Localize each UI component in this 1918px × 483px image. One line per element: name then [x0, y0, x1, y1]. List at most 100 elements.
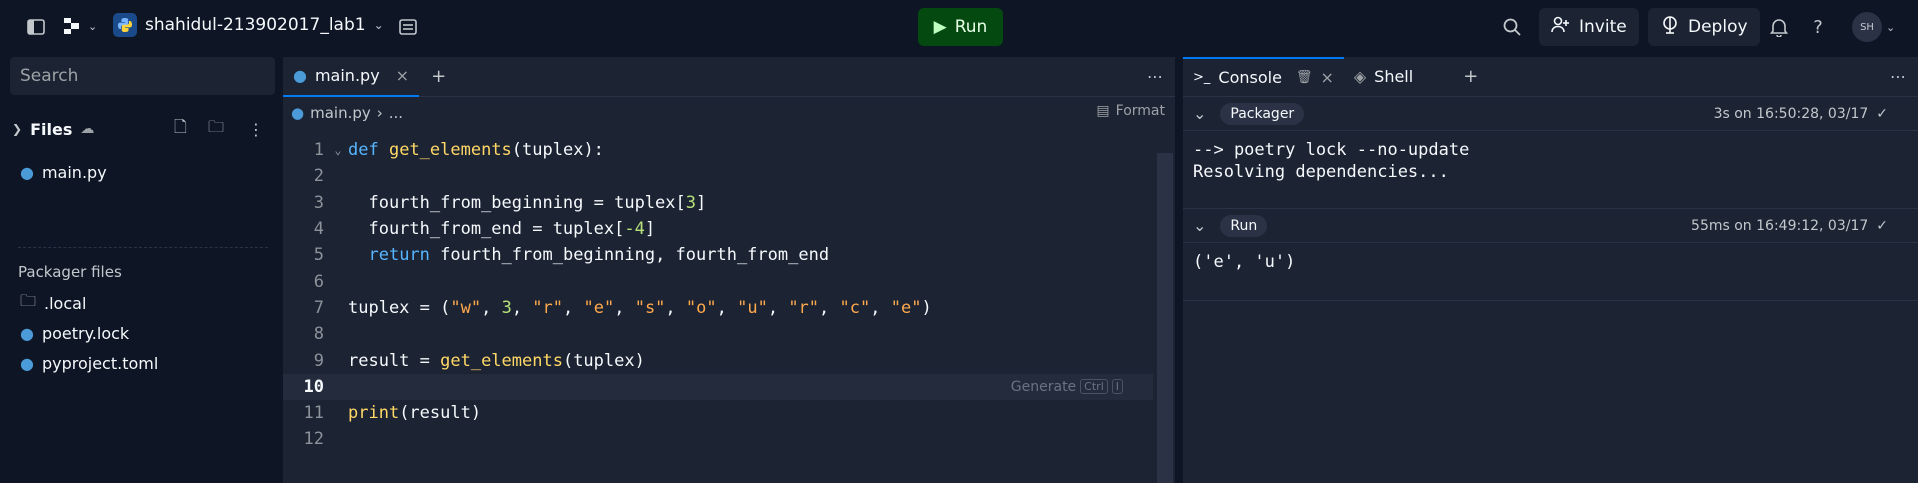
kbd-ctrl: Ctrl [1080, 379, 1108, 395]
console-section-header[interactable]: ⌄ Run 55ms on 16:49:12, 03/17 ✓ [1183, 209, 1918, 243]
console-section-header[interactable]: ⌄ Packager 3s on 16:50:28, 03/17 ✓ [1183, 97, 1918, 131]
code-line: 5 return fourth_from_beginning, fourth_f… [283, 242, 1153, 268]
file-name: poetry.lock [41, 323, 130, 343]
add-tab-icon[interactable]: + [431, 66, 446, 87]
search-icon[interactable] [1496, 11, 1528, 43]
account-menu[interactable]: SH ⌄ [1852, 12, 1895, 42]
file-item-main-py[interactable]: ● main.py [20, 159, 107, 185]
code-line: 2 [283, 163, 1153, 189]
check-icon: ✓ [1876, 217, 1888, 234]
tab-shell[interactable]: ◈ Shell [1344, 57, 1423, 97]
chevron-down-icon: ⌄ [1193, 104, 1207, 123]
generate-hint[interactable]: Generate Ctrl I [1011, 379, 1123, 395]
code-line-active: 10 Generate Ctrl I [283, 373, 1153, 400]
python-icon: ● [20, 353, 34, 373]
line-number: 5 [313, 245, 324, 266]
pane-resize-handle[interactable] [1177, 54, 1180, 483]
console-output: ('e', 'u') [1183, 243, 1918, 301]
divider [18, 247, 268, 248]
file-item-pyproject-toml[interactable]: ● pyproject.toml [20, 350, 158, 376]
fold-icon[interactable]: ⌄ [328, 143, 348, 157]
layout-icon[interactable] [392, 11, 424, 43]
format-button[interactable]: ▤ Format [1096, 103, 1165, 119]
python-icon: ● [291, 104, 305, 122]
add-tab-icon[interactable]: + [1463, 66, 1478, 87]
section-timing: 55ms on 16:49:12, 03/17 ✓ [1691, 218, 1888, 234]
line-number: 8 [313, 324, 324, 345]
line-number: 6 [313, 271, 324, 292]
sidebar-toggle-icon[interactable] [20, 11, 52, 43]
deploy-button[interactable]: Deploy [1648, 8, 1760, 46]
section-chip: Packager [1220, 102, 1305, 125]
close-icon[interactable]: × [1320, 68, 1333, 87]
kbd-i: I [1111, 379, 1123, 395]
python-icon: ● [20, 323, 34, 343]
breadcrumb: ● main.py › ... ▤ Format [283, 97, 1175, 129]
code-area[interactable]: 1 ⌄ def get_elements(tuplex): 2 3 fourth_f… [283, 137, 1153, 453]
chevron-down-icon: ⌄ [373, 18, 384, 32]
timing-text: 55ms on 16:49:12, 03/17 [1691, 217, 1869, 234]
code-line: 1 ⌄ def get_elements(tuplex): [283, 137, 1153, 163]
format-icon: ▤ [1096, 103, 1110, 119]
search-input[interactable]: Search [10, 57, 275, 95]
line-number: 4 [313, 219, 324, 240]
line-number: 7 [313, 297, 324, 318]
add-user-icon [1551, 16, 1571, 39]
code-line: 7 tuplex = ("w", 3, "r", "e", "s", "o", "… [283, 295, 1153, 321]
code-line: 4 fourth_from_end = tuplex[-4] [283, 216, 1153, 242]
bell-icon[interactable] [1763, 11, 1795, 43]
code-line: 12 [283, 426, 1153, 452]
code-line: 9 result = get_elements(tuplex) [283, 347, 1153, 373]
line-number: 10 [303, 376, 324, 397]
help-icon[interactable]: ? [1802, 11, 1834, 43]
avatar: SH [1852, 12, 1882, 42]
console-tab-bar: >_ Console 🗑 × ◈ Shell + ⋯ [1183, 56, 1918, 97]
tab-console[interactable]: >_ Console 🗑 × [1183, 56, 1344, 97]
invite-button[interactable]: Invite [1539, 8, 1639, 46]
python-icon [113, 13, 137, 37]
generate-label: Generate [1010, 378, 1077, 395]
breadcrumb-more[interactable]: ... [389, 104, 403, 122]
code-editor-pane: ● main.py × + ⋯ ● main.py › ... ▤ Format… [283, 57, 1175, 483]
breadcrumb-file[interactable]: main.py [310, 104, 371, 122]
vertical-scrollbar[interactable] [1157, 153, 1173, 483]
new-file-icon[interactable]: 🗋 [174, 116, 187, 143]
tab-label: Console [1218, 68, 1282, 87]
more-options-icon[interactable]: ⋯ [1147, 67, 1163, 86]
python-icon: ● [20, 162, 34, 182]
code-line: 11 print(result) [283, 400, 1153, 426]
more-options-icon[interactable]: ⋮ [248, 120, 264, 139]
code-line: 8 [283, 321, 1153, 347]
editor-tab-bar: ● main.py × + ⋯ [283, 57, 1175, 97]
files-label: Files [30, 119, 73, 139]
python-icon: ● [293, 66, 307, 85]
more-options-icon[interactable]: ⋯ [1890, 67, 1906, 86]
code-line: 3 fourth_from_beginning = tuplex[3] [283, 190, 1153, 216]
code-line: 6 [283, 268, 1153, 294]
file-item-poetry-lock[interactable]: ● poetry.lock [20, 320, 129, 346]
tab-label: Shell [1374, 67, 1414, 86]
trash-icon[interactable]: 🗑 [1296, 70, 1313, 85]
tab-label: main.py [314, 66, 380, 85]
line-number: 3 [313, 192, 324, 213]
line-number: 11 [303, 403, 324, 424]
folder-item-local[interactable]: 🗀 .local [20, 290, 86, 316]
files-header[interactable]: ❯ Files ☁ 🗋 🗀 ⋮ [12, 114, 267, 144]
replit-logo-menu[interactable]: ⌄ [62, 16, 97, 36]
new-folder-icon[interactable]: 🗀 [208, 116, 224, 143]
repl-name-menu[interactable]: shahidul-213902017_lab1 ⌄ [113, 13, 384, 37]
line-number: 12 [303, 429, 324, 450]
chevron-down-icon: ⌄ [1886, 20, 1896, 34]
tab-main-py[interactable]: ● main.py × [283, 57, 420, 97]
file-name: main.py [41, 162, 107, 182]
chevron-down-icon: ❯ [12, 122, 23, 136]
close-icon[interactable]: × [396, 66, 409, 85]
shell-icon: ◈ [1353, 67, 1367, 86]
file-name: .local [44, 293, 87, 313]
top-bar: ⌄ shahidul-213902017_lab1 ⌄ ▶ Run Invite… [0, 0, 1918, 54]
run-button[interactable]: ▶ Run [918, 8, 1003, 46]
packager-files-label: Packager files [18, 263, 122, 281]
pane-resize-handle[interactable] [280, 54, 283, 483]
console-pane: >_ Console 🗑 × ◈ Shell + ⋯ ⌄ Packager 3s… [1183, 56, 1918, 483]
deploy-label: Deploy [1688, 17, 1748, 37]
